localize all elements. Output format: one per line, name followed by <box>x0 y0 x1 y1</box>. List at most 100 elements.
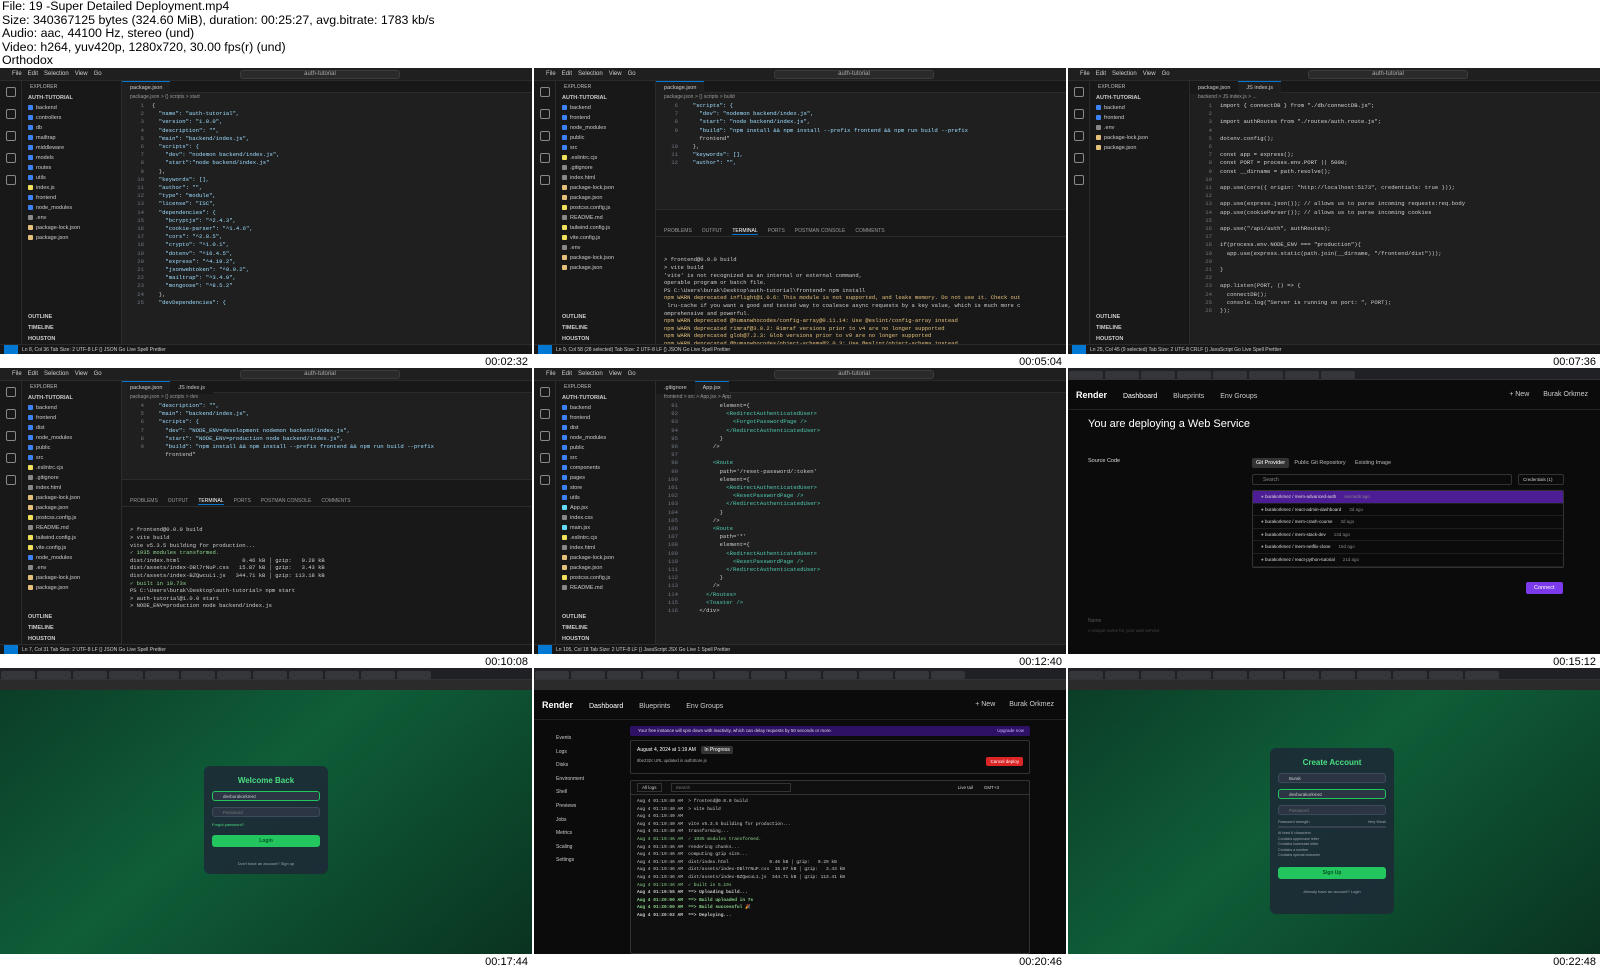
browser-tab[interactable] <box>1105 371 1139 379</box>
browser-tab[interactable] <box>607 671 641 679</box>
outline-section[interactable]: OUTLINE <box>1090 312 1120 322</box>
file-tree-item[interactable]: package-lock.json <box>22 493 121 503</box>
file-tree-item[interactable]: backend <box>22 103 121 113</box>
file-tree-item[interactable]: pages <box>556 473 655 483</box>
file-tree-item[interactable]: .env <box>1090 123 1189 133</box>
repo-row[interactable]: ● burakorkmez / mern-stack-dev 13d ago <box>1253 529 1563 542</box>
browser-tab[interactable] <box>37 671 71 679</box>
menu-item[interactable]: View <box>75 71 88 77</box>
file-tree-item[interactable]: node_modules <box>22 553 121 563</box>
file-tree-item[interactable]: db <box>22 123 121 133</box>
connect-button[interactable]: Connect <box>1526 576 1563 594</box>
run-debug-icon[interactable] <box>539 153 550 163</box>
browser-tab[interactable] <box>1177 671 1211 679</box>
extensions-icon[interactable] <box>539 175 550 185</box>
search-icon[interactable] <box>539 409 550 419</box>
file-tree-item[interactable]: routes <box>22 163 121 173</box>
file-tree-item[interactable]: .gitignore <box>556 163 655 173</box>
menu-bar[interactable]: File Edit Selection View Go <box>6 371 102 377</box>
browser-tab[interactable] <box>397 671 431 679</box>
menu-item[interactable]: View <box>1143 71 1156 77</box>
nav-dashboard[interactable]: Dashboard <box>589 703 623 710</box>
browser-tab[interactable] <box>1465 671 1499 679</box>
file-tree-item[interactable]: index.html <box>22 483 121 493</box>
user-menu[interactable]: Burak Orkmez <box>1543 391 1588 398</box>
file-tree-item[interactable]: package.json <box>556 563 655 573</box>
file-tree-item[interactable]: backend <box>22 403 121 413</box>
breadcrumb[interactable]: backend > JS index.js > ... <box>1190 93 1600 102</box>
houston-section[interactable]: HOUSTON <box>1090 334 1123 344</box>
browser-tab[interactable] <box>1429 671 1463 679</box>
file-tree-item[interactable]: dist <box>556 423 655 433</box>
search-icon[interactable] <box>5 409 16 419</box>
sidebar-item[interactable]: Metrics <box>556 827 584 841</box>
menu-bar[interactable]: File Edit Selection View Go <box>6 71 102 77</box>
search-icon[interactable] <box>539 109 550 119</box>
file-tree-item[interactable]: frontend <box>22 193 121 203</box>
nav-blueprints[interactable]: Blueprints <box>1173 393 1204 400</box>
remote-indicator[interactable] <box>4 645 18 654</box>
outline-section[interactable]: OUTLINE <box>22 312 52 322</box>
browser-tab[interactable] <box>109 671 143 679</box>
file-tree-item[interactable]: tailwind.config.js <box>556 223 655 233</box>
sidebar-item[interactable]: Logs <box>556 746 584 760</box>
panel-tab[interactable]: POSTMAN CONSOLE <box>795 228 846 234</box>
menu-item[interactable]: View <box>609 71 622 77</box>
file-tree-item[interactable]: package-lock.json <box>556 183 655 193</box>
source-control-icon[interactable] <box>539 431 550 441</box>
browser-tab[interactable] <box>1321 371 1355 379</box>
sidebar-item[interactable]: Previews <box>556 800 584 814</box>
menu-item[interactable]: Go <box>94 71 102 77</box>
file-tree-item[interactable]: package.json <box>556 263 655 273</box>
file-tree-item[interactable]: public <box>556 443 655 453</box>
browser-tab[interactable] <box>73 671 107 679</box>
project-root[interactable]: AUTH-TUTORIAL <box>556 393 655 403</box>
extensions-icon[interactable] <box>5 175 16 185</box>
repo-row[interactable]: ● burakorkmez / react-admin-dashboard 3d … <box>1253 504 1563 517</box>
menu-bar[interactable]: File Edit Selection View Go <box>1074 71 1170 77</box>
remote-indicator[interactable] <box>1072 345 1086 354</box>
menu-item[interactable]: Edit <box>562 371 572 377</box>
sidebar-item[interactable]: Settings <box>556 854 584 868</box>
cancel-deploy-button[interactable]: Cancel deploy <box>986 750 1023 768</box>
command-center[interactable]: auth-tutorial <box>240 70 400 79</box>
houston-section[interactable]: HOUSTON <box>22 634 56 644</box>
file-tree-item[interactable]: index.css <box>556 513 655 523</box>
address-bar[interactable] <box>534 680 1066 690</box>
browser-tab[interactable] <box>1357 671 1391 679</box>
menu-item[interactable]: View <box>75 371 88 377</box>
menu-item[interactable]: Edit <box>562 71 572 77</box>
sidebar-item[interactable]: Events <box>556 732 584 746</box>
menu-bar[interactable]: File Edit Selection View Go <box>540 371 636 377</box>
houston-section[interactable]: HOUSTON <box>556 634 590 644</box>
file-tree-item[interactable]: components <box>556 463 655 473</box>
sidebar-item[interactable]: Scaling <box>556 841 584 855</box>
file-tree-item[interactable]: src <box>556 143 655 153</box>
nav-env-groups[interactable]: Env Groups <box>686 703 723 710</box>
menu-item[interactable]: File <box>12 371 22 377</box>
file-tree-item[interactable]: .env <box>556 243 655 253</box>
file-tree-item[interactable]: utils <box>556 493 655 503</box>
remote-indicator[interactable] <box>538 345 552 354</box>
file-tree-item[interactable]: package.json <box>22 503 121 513</box>
file-tree-item[interactable]: .env <box>22 213 121 223</box>
timeline-section[interactable]: TIMELINE <box>1090 323 1122 333</box>
password-field[interactable]: Password <box>1278 805 1386 815</box>
file-tree-item[interactable]: README.md <box>556 583 655 593</box>
browser-tab[interactable] <box>823 671 857 679</box>
file-tree-item[interactable]: backend <box>1090 103 1189 113</box>
extensions-icon[interactable] <box>539 475 550 485</box>
menu-item[interactable]: Go <box>628 71 636 77</box>
files-icon[interactable] <box>1073 87 1084 97</box>
signup-prompt[interactable]: Don't have an account? Sign up <box>204 861 328 866</box>
file-tree-item[interactable]: utils <box>22 173 121 183</box>
file-tree-item[interactable]: store <box>556 483 655 493</box>
menu-item[interactable]: File <box>546 371 556 377</box>
panel-tab[interactable]: PROBLEMS <box>664 228 692 234</box>
log-filter-select[interactable]: All logs <box>637 783 662 792</box>
file-tree-item[interactable]: models <box>22 153 121 163</box>
render-logo[interactable]: Render <box>1076 390 1107 400</box>
file-tree-item[interactable]: postcss.config.js <box>22 513 121 523</box>
file-tree-item[interactable]: frontend <box>1090 113 1189 123</box>
file-tree-item[interactable]: src <box>556 453 655 463</box>
